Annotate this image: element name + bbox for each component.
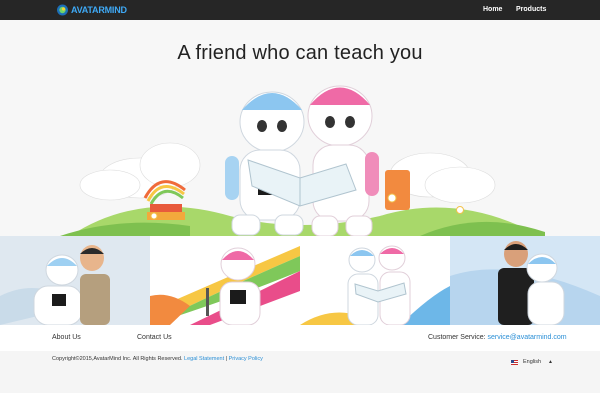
boy-with-robot-photo bbox=[450, 236, 600, 325]
language-selector[interactable]: English ▲ bbox=[511, 359, 553, 365]
copyright-line: Copyright©2015,AvatarMind Inc. All Right… bbox=[52, 356, 263, 362]
gallery-tile-boy-with-robot[interactable] bbox=[450, 236, 600, 325]
customer-service: Customer Service: service@avatarmind.com bbox=[428, 334, 567, 341]
logo-mark-icon bbox=[57, 4, 68, 16]
about-us-link[interactable]: About Us bbox=[52, 334, 81, 341]
hero-title: A friend who can teach you bbox=[177, 42, 423, 64]
legal-statement-link[interactable]: Legal Statement bbox=[184, 356, 224, 362]
privacy-policy-link[interactable]: Privacy Policy bbox=[229, 356, 263, 362]
footer-links-bar: About Us Contact Us Customer Service: se… bbox=[0, 325, 600, 352]
us-flag-icon bbox=[511, 359, 518, 365]
gallery-tile-robots-reading[interactable] bbox=[300, 236, 450, 325]
footer-bottom: Copyright©2015,AvatarMind Inc. All Right… bbox=[0, 351, 600, 393]
caret-up-icon: ▲ bbox=[548, 359, 553, 365]
avatarmind-logo[interactable]: AVATARMIND bbox=[56, 4, 127, 16]
robot-with-boy-photo bbox=[0, 236, 150, 325]
language-label: English bbox=[523, 359, 542, 365]
nav-home[interactable]: Home bbox=[483, 0, 502, 20]
gallery-tile-robot-with-boy[interactable] bbox=[0, 236, 150, 325]
hero-banner: A friend who can teach you bbox=[0, 20, 600, 236]
customer-service-email-link[interactable]: service@avatarmind.com bbox=[488, 334, 567, 341]
product-gallery bbox=[0, 236, 600, 325]
customer-service-label: Customer Service: bbox=[428, 334, 488, 341]
contact-us-link[interactable]: Contact Us bbox=[137, 334, 172, 341]
robots-reading-photo bbox=[300, 236, 450, 325]
gallery-tile-robot-rainbow[interactable] bbox=[150, 236, 300, 325]
nav-products[interactable]: Products bbox=[516, 0, 546, 20]
robot-rainbow-photo bbox=[150, 236, 300, 325]
logo-text: AVATARMIND bbox=[71, 5, 127, 15]
top-navigation-bar: AVATARMIND Home Products bbox=[0, 0, 600, 20]
copyright-text: Copyright©2015,AvatarMind Inc. All Right… bbox=[52, 356, 183, 362]
